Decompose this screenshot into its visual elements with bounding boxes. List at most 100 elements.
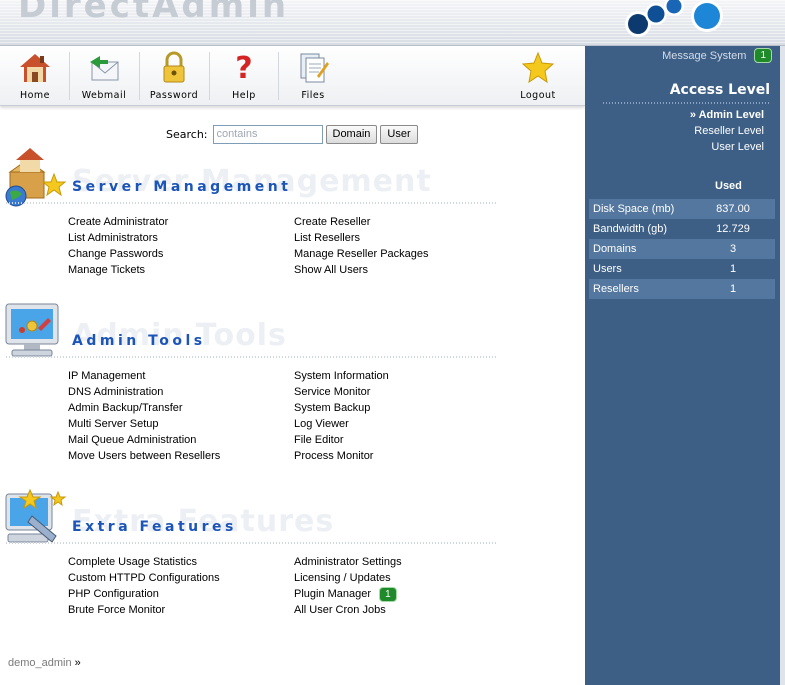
footer-username[interactable]: demo_admin xyxy=(8,657,72,669)
link-create-reseller[interactable]: Create Reseller xyxy=(294,214,520,230)
access-level-user[interactable]: User Level xyxy=(711,141,764,153)
access-level-admin[interactable]: » Admin Level xyxy=(690,109,764,121)
link-system-backup[interactable]: System Backup xyxy=(294,400,520,416)
link-create-administrator[interactable]: Create Administrator xyxy=(68,214,294,230)
mail-icon xyxy=(90,56,119,81)
section-divider xyxy=(6,542,498,544)
access-level-reseller[interactable]: Reseller Level xyxy=(694,125,764,137)
home-label: Home xyxy=(19,90,51,101)
search-input[interactable] xyxy=(212,124,323,144)
right-sidebar-panel: Message System 1 Access Level » Admin Le… xyxy=(585,46,780,685)
home-button[interactable]: Home xyxy=(0,50,70,104)
stat-value: 12.729 xyxy=(716,223,750,235)
link-licensing-updates[interactable]: Licensing / Updates xyxy=(294,570,520,586)
stat-value: 1 xyxy=(729,263,737,275)
footer-breadcrumb: demo_admin » xyxy=(8,657,81,669)
stat-label: Users xyxy=(593,263,622,275)
link-file-editor[interactable]: File Editor xyxy=(294,432,520,448)
webmail-label: Webmail xyxy=(81,90,127,101)
webmail-button[interactable]: Webmail xyxy=(69,50,139,104)
house-icon xyxy=(20,54,50,82)
search-label: Search: xyxy=(166,127,208,141)
stat-row-disk-space: Disk Space (mb) 837.00 xyxy=(589,199,775,219)
link-list-resellers[interactable]: List Resellers xyxy=(294,230,520,246)
link-all-user-cron-jobs[interactable]: All User Cron Jobs xyxy=(294,602,520,618)
help-button[interactable]: ? Help xyxy=(209,50,279,104)
monitor-tools-icon xyxy=(5,303,59,357)
files-icon xyxy=(300,53,329,83)
padlock-icon xyxy=(163,51,185,83)
search-user-button[interactable]: User xyxy=(380,124,418,144)
stat-label: Domains xyxy=(593,243,637,255)
stat-row-users: Users 1 xyxy=(589,259,775,279)
panel-right-edge xyxy=(780,46,785,685)
message-count-badge: 1 xyxy=(754,48,772,63)
link-admin-backup-transfer[interactable]: Admin Backup/Transfer xyxy=(68,400,294,416)
link-move-users-between-resellers[interactable]: Move Users between Resellers xyxy=(68,448,294,464)
access-level-title: Access Level xyxy=(669,82,770,98)
stat-row-domains: Domains 3 xyxy=(589,239,775,259)
stat-row-bandwidth: Bandwidth (gb) 12.729 xyxy=(589,219,775,239)
links-right-column: Administrator Settings Licensing / Updat… xyxy=(294,554,520,618)
link-manage-reseller-packages[interactable]: Manage Reseller Packages xyxy=(294,246,520,262)
section-title: Extra Features xyxy=(72,519,237,535)
section-server-management: Server Management Server Management Crea… xyxy=(0,146,585,281)
svg-text:?: ? xyxy=(235,51,252,86)
top-banner: DirectAdmin xyxy=(0,0,785,46)
link-service-monitor[interactable]: Service Monitor xyxy=(294,384,520,400)
search-bar: Search: Domain User xyxy=(166,124,418,144)
link-multi-server-setup[interactable]: Multi Server Setup xyxy=(68,416,294,432)
server-management-icon xyxy=(5,148,67,207)
link-dns-administration[interactable]: DNS Administration xyxy=(68,384,294,400)
logout-button[interactable]: Logout xyxy=(503,50,573,104)
link-change-passwords[interactable]: Change Passwords xyxy=(68,246,294,262)
link-manage-tickets[interactable]: Manage Tickets xyxy=(68,262,294,278)
message-system-label: Message System xyxy=(662,49,747,62)
extra-features-icon xyxy=(5,488,67,543)
links-left-column: Complete Usage Statistics Custom HTTPD C… xyxy=(68,554,294,618)
links-left-column: Create Administrator List Administrators… xyxy=(68,214,294,278)
question-mark-icon: ? xyxy=(235,51,252,86)
plugin-manager-row: Plugin Manager 1 xyxy=(294,586,520,602)
access-level-divider xyxy=(603,102,771,104)
main-toolbar: Home Webmail Password ? Help Files Logou… xyxy=(0,46,585,106)
section-extra-features: Extra Features Extra Features Complete U… xyxy=(0,486,585,621)
plugin-count-badge: 1 xyxy=(379,586,397,602)
section-divider xyxy=(6,356,498,358)
link-php-configuration[interactable]: PHP Configuration xyxy=(68,586,294,602)
files-button[interactable]: Files xyxy=(278,50,348,104)
link-system-information[interactable]: System Information xyxy=(294,368,520,384)
search-domain-button[interactable]: Domain xyxy=(325,124,378,144)
banner-logo-watermark: DirectAdmin xyxy=(18,0,290,26)
link-ip-management[interactable]: IP Management xyxy=(68,368,294,384)
link-process-monitor[interactable]: Process Monitor xyxy=(294,448,520,464)
section-divider xyxy=(6,202,498,204)
stat-value: 837.00 xyxy=(716,203,750,215)
stat-value: 3 xyxy=(729,243,737,255)
section-title: Admin Tools xyxy=(72,333,206,349)
link-mail-queue-administration[interactable]: Mail Queue Administration xyxy=(68,432,294,448)
link-plugin-manager[interactable]: Plugin Manager xyxy=(294,588,371,600)
link-custom-httpd-configurations[interactable]: Custom HTTPD Configurations xyxy=(68,570,294,586)
links-right-column: Create Reseller List Resellers Manage Re… xyxy=(294,214,520,278)
footer-arrow: » xyxy=(74,657,81,669)
stats-used-header: Used xyxy=(715,180,742,192)
link-complete-usage-statistics[interactable]: Complete Usage Statistics xyxy=(68,554,294,570)
links-left-column: IP Management DNS Administration Admin B… xyxy=(68,368,294,464)
section-title: Server Management xyxy=(72,179,292,195)
link-administrator-settings[interactable]: Administrator Settings xyxy=(294,554,520,570)
password-label: Password xyxy=(149,90,199,101)
link-list-administrators[interactable]: List Administrators xyxy=(68,230,294,246)
message-system-link[interactable]: Message System 1 xyxy=(662,48,772,63)
password-button[interactable]: Password xyxy=(139,50,209,104)
brand-dots-logo xyxy=(625,0,723,37)
section-admin-tools: Admin Tools Admin Tools IP Management DN… xyxy=(0,300,585,470)
link-log-viewer[interactable]: Log Viewer xyxy=(294,416,520,432)
help-label: Help xyxy=(232,90,256,101)
stat-label: Resellers xyxy=(593,283,639,295)
logout-label: Logout xyxy=(520,90,556,101)
link-show-all-users[interactable]: Show All Users xyxy=(294,262,520,278)
stat-value: 1 xyxy=(729,283,737,295)
stat-label: Bandwidth (gb) xyxy=(593,223,667,235)
link-brute-force-monitor[interactable]: Brute Force Monitor xyxy=(68,602,294,618)
